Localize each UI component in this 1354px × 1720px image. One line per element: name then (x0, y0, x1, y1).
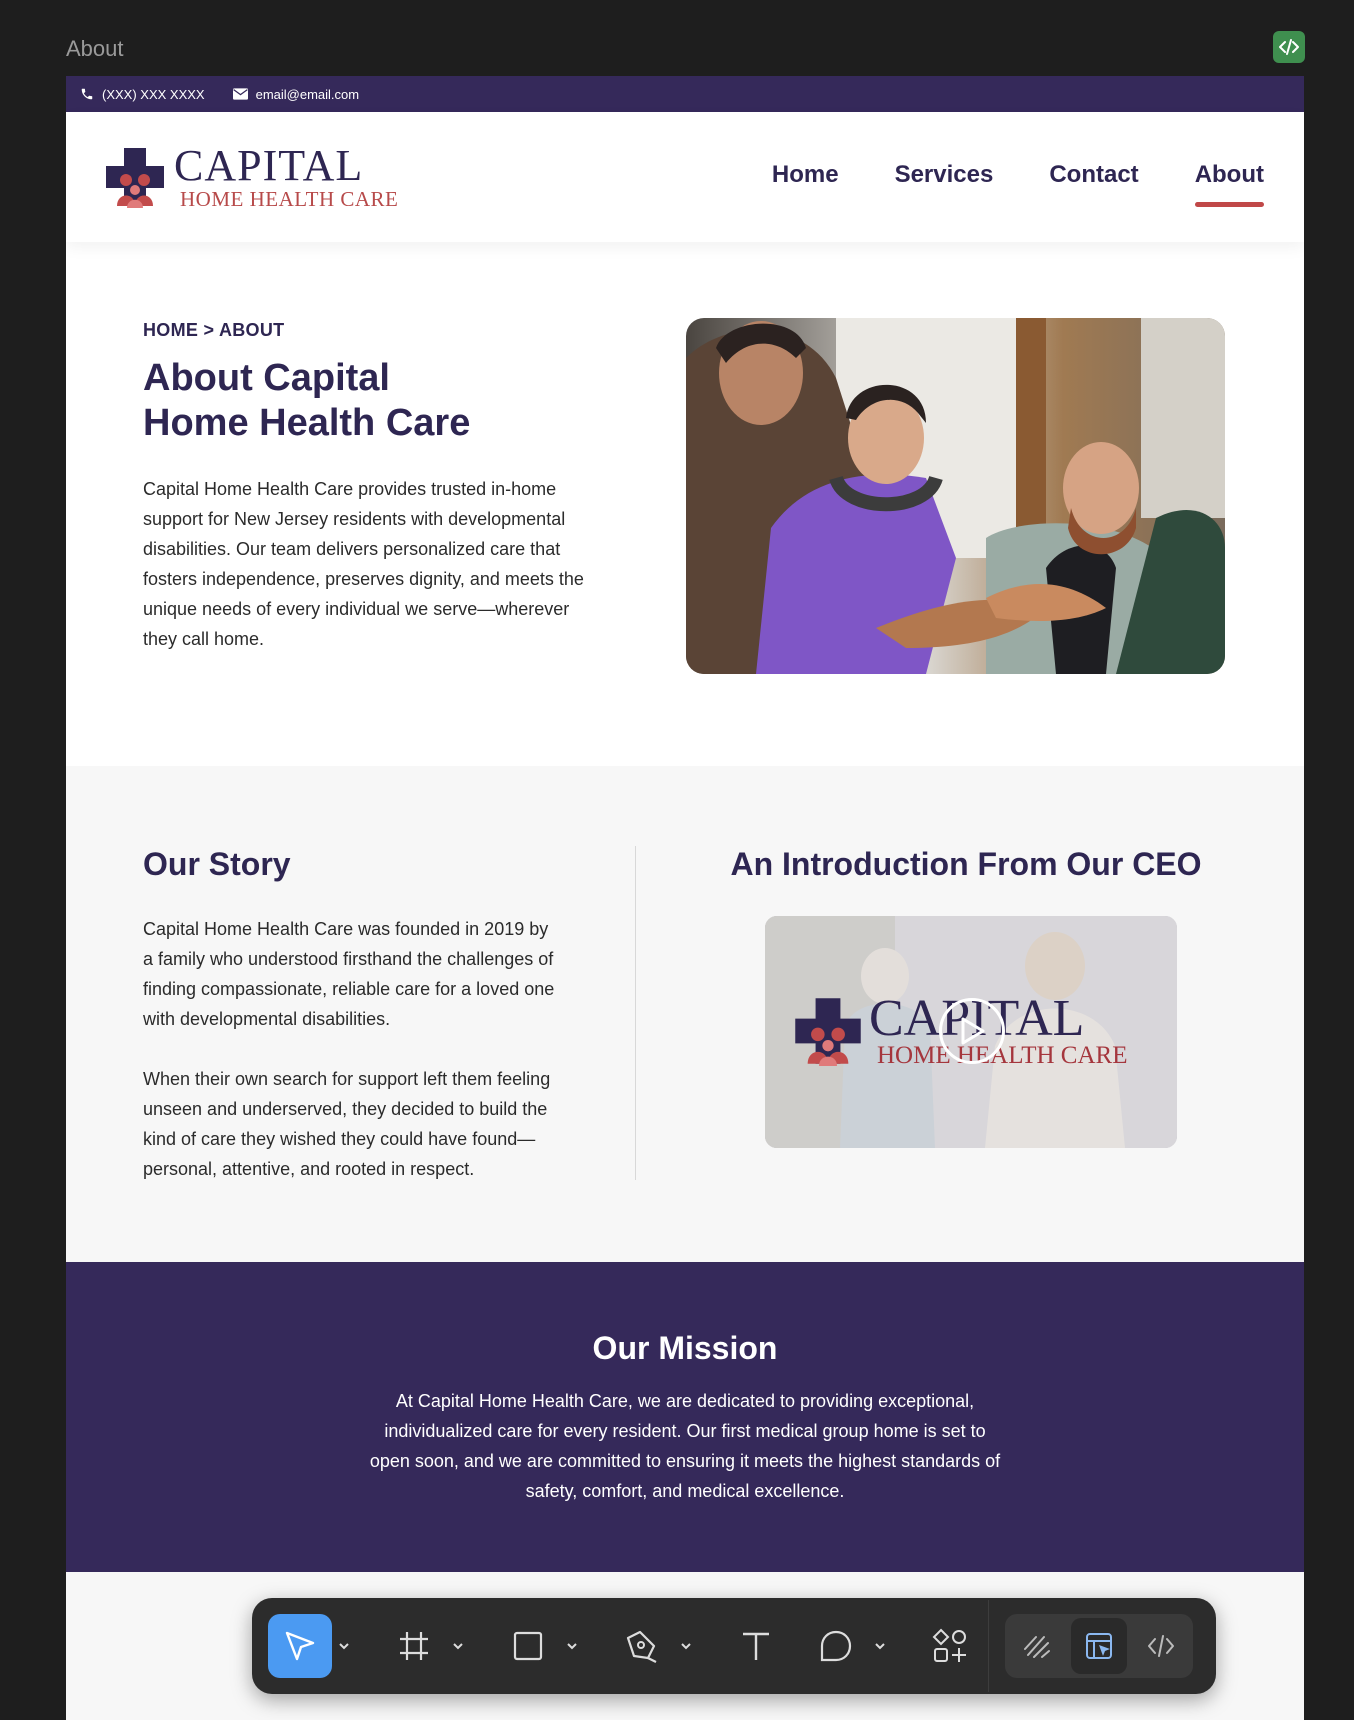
phone-contact[interactable]: (XXX) XXX XXXX (80, 87, 205, 102)
logo-subtitle: HOME HEALTH CARE (180, 187, 399, 211)
nav-contact[interactable]: Contact (1049, 161, 1138, 193)
toolbar-divider (988, 1600, 989, 1692)
email-address: email@email.com (255, 86, 360, 102)
chevron-down-icon[interactable] (674, 1614, 698, 1678)
team-hands-photo (686, 318, 1225, 674)
mission-title: Our Mission (592, 1330, 778, 1366)
hero-description: Capital Home Health Care provides truste… (143, 479, 584, 649)
comment-tool-icon[interactable] (804, 1614, 868, 1678)
mission-text: At Capital Home Health Care, we are dedi… (369, 1391, 1001, 1501)
mode-switcher (1005, 1614, 1193, 1678)
nav-about[interactable]: About (1194, 161, 1265, 207)
frame-label[interactable]: About (66, 36, 124, 62)
chevron-down-icon[interactable] (868, 1614, 892, 1678)
email-contact[interactable]: email@email.com (232, 86, 360, 102)
hero-section: HOME > ABOUT About Capital Home Health C… (66, 242, 1304, 766)
site-header: CAPITAL HOME HEALTH CARE Home Services C… (66, 112, 1304, 242)
rectangle-tool-icon[interactable] (496, 1614, 560, 1678)
pen-tool-icon[interactable] (610, 1614, 674, 1678)
nav-services[interactable]: Services (895, 161, 994, 193)
cross-family-logo-icon (106, 148, 164, 208)
cross-family-logo-icon (795, 998, 861, 1066)
move-tool-icon[interactable] (268, 1614, 332, 1678)
dev-mode-icon[interactable] (1133, 1618, 1189, 1674)
main-nav: Home Services Contact About (772, 161, 1265, 207)
section-divider (635, 846, 636, 1180)
breadcrumb[interactable]: HOME > ABOUT (143, 320, 284, 341)
chevron-down-icon[interactable] (332, 1614, 356, 1678)
story-paragraph-1: Capital Home Health Care was founded in … (143, 919, 555, 1029)
text-tool-icon[interactable] (724, 1614, 788, 1678)
page-frame: (XXX) XXX XXXX email@email.com CAPITAL H… (66, 76, 1304, 1720)
actions-tool-icon[interactable] (918, 1614, 982, 1678)
page-title: About Capital Home Health Care (143, 356, 603, 446)
phone-icon (81, 88, 93, 100)
draw-mode-icon[interactable] (1009, 1618, 1065, 1674)
page-title-line2: Home Health Care (143, 402, 471, 444)
story-section: Our Story Capital Home Health Care was f… (66, 766, 1304, 1262)
chevron-down-icon[interactable] (560, 1614, 584, 1678)
mission-section: Our Mission At Capital Home Health Care,… (66, 1262, 1304, 1572)
ceo-video-title: An Introduction From Our CEO (730, 846, 1202, 882)
story-title: Our Story (143, 846, 291, 882)
chevron-down-icon[interactable] (446, 1614, 470, 1678)
top-contact-bar: (XXX) XXX XXXX email@email.com (66, 76, 1304, 112)
ceo-video-player[interactable]: CAPITAL HOME HEALTH CARE (765, 916, 1177, 1148)
code-badge-icon[interactable] (1273, 31, 1305, 63)
design-mode-icon[interactable] (1071, 1618, 1127, 1674)
site-logo[interactable]: CAPITAL HOME HEALTH CARE (104, 144, 398, 210)
nav-home[interactable]: Home (772, 161, 839, 193)
video-logo-subtitle: HOME HEALTH CARE (877, 1042, 1128, 1069)
design-toolbar (252, 1598, 1216, 1694)
story-paragraph-2: When their own search for support left t… (143, 1069, 551, 1179)
frame-tool-icon[interactable] (382, 1614, 446, 1678)
mail-icon (232, 88, 248, 100)
logo-title: CAPITAL (174, 141, 364, 190)
page-title-line1: About Capital (143, 357, 390, 399)
phone-number: (XXX) XXX XXXX (102, 86, 205, 102)
play-icon[interactable] (939, 998, 1005, 1064)
